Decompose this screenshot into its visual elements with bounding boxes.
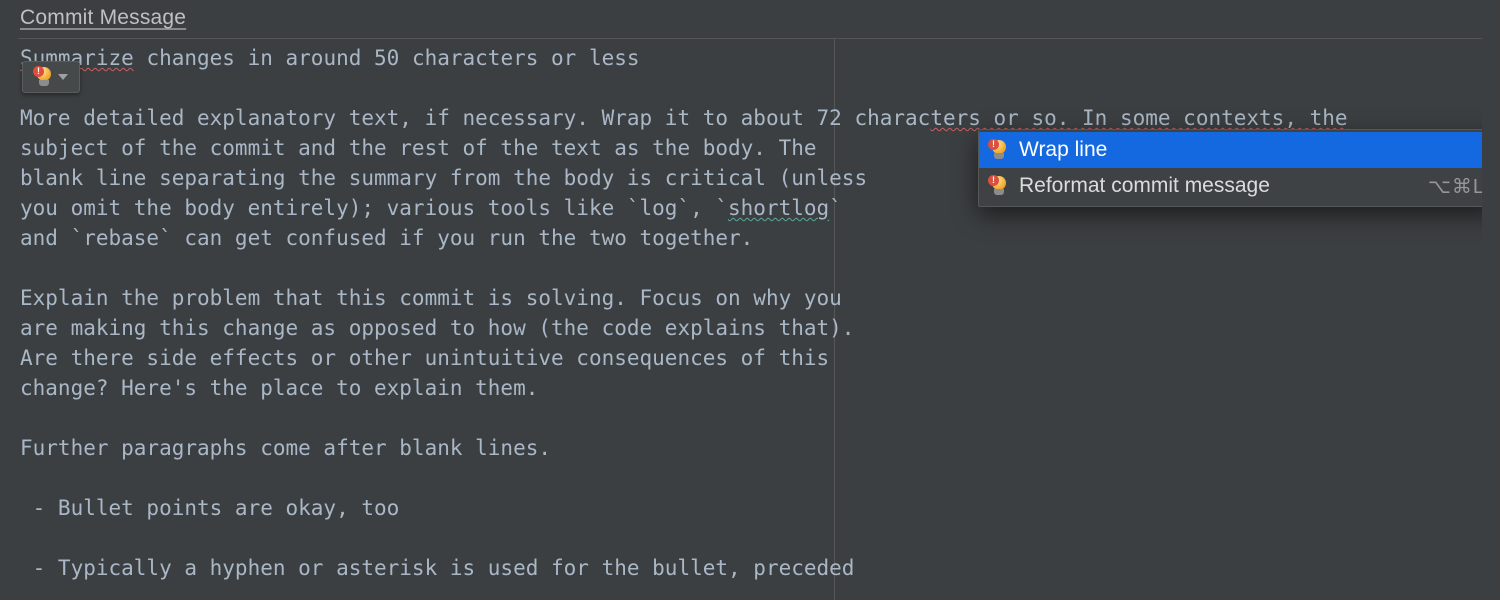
line-7: and `rebase` can get confused if you run… bbox=[20, 226, 753, 250]
intention-item-label: Reformat commit message bbox=[1019, 174, 1418, 198]
editor-viewport: Summarize changes in around 50 character… bbox=[18, 38, 1482, 600]
overflow-warning-span: ters or so. In some contexts, the bbox=[930, 106, 1347, 130]
section-title: Commit Message bbox=[0, 0, 1500, 38]
warning-bulb-icon bbox=[989, 140, 1009, 160]
intention-item-shortcut: ⌥⌘L bbox=[1428, 174, 1482, 199]
line-10: are making this change as opposed to how… bbox=[20, 316, 854, 340]
line-6-tail: ` bbox=[829, 196, 842, 220]
warning-bulb-icon bbox=[989, 176, 1009, 196]
chevron-down-icon bbox=[58, 74, 68, 80]
commit-message-panel: Commit Message Summarize changes in arou… bbox=[0, 0, 1500, 600]
intention-item-reformat[interactable]: Reformat commit message ⌥⌘L bbox=[979, 168, 1482, 204]
typo-span: shortlog bbox=[728, 196, 829, 220]
intention-bulb-button[interactable] bbox=[22, 61, 80, 93]
line-14: Further paragraphs come after blank line… bbox=[20, 436, 551, 460]
line-6-head: you omit the body entirely); various too… bbox=[20, 196, 728, 220]
line-5: blank line separating the summary from t… bbox=[20, 166, 867, 190]
intention-item-wrap-line[interactable]: Wrap line bbox=[979, 132, 1482, 168]
line-4: subject of the commit and the rest of th… bbox=[20, 136, 817, 160]
line-9: Explain the problem that this commit is … bbox=[20, 286, 842, 310]
warning-bulb-icon bbox=[34, 67, 54, 87]
line-16: - Bullet points are okay, too bbox=[20, 496, 399, 520]
section-title-text: Commit Message bbox=[20, 6, 186, 29]
intention-item-label: Wrap line bbox=[1019, 138, 1475, 162]
line-11: Are there side effects or other unintuit… bbox=[20, 346, 829, 370]
line-12: change? Here's the place to explain them… bbox=[20, 376, 538, 400]
line-1-rest: changes in around 50 characters or less bbox=[134, 46, 640, 70]
line-3-head: More detailed explanatory text, if neces… bbox=[20, 106, 930, 130]
intention-popup: Wrap line Reformat commit message ⌥⌘L bbox=[978, 129, 1482, 207]
commit-message-editor[interactable]: Summarize changes in around 50 character… bbox=[18, 43, 1482, 600]
line-18: - Typically a hyphen or asterisk is used… bbox=[20, 556, 854, 580]
